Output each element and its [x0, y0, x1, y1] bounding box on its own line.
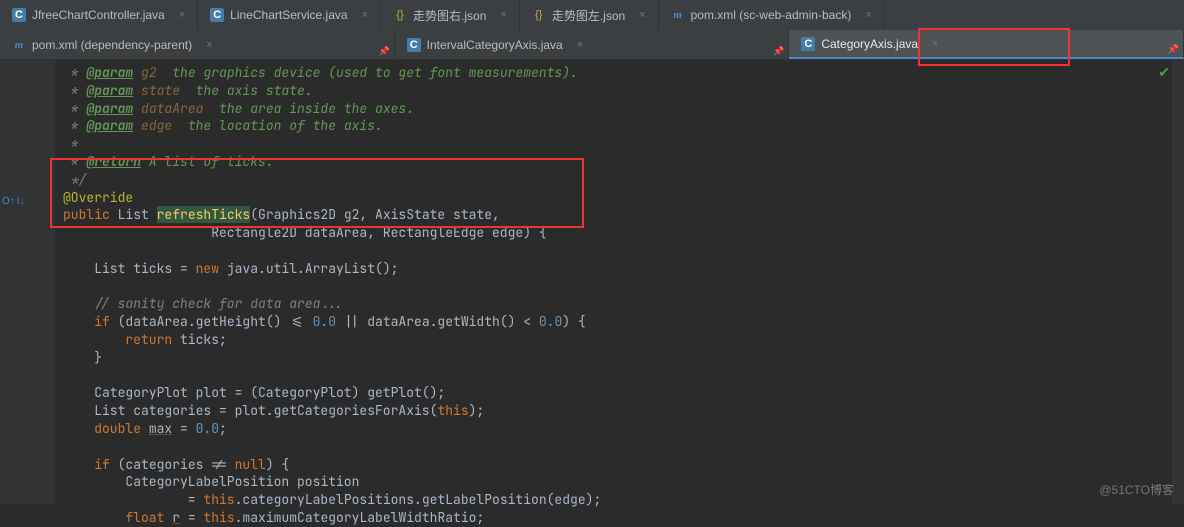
tab-intervalcategoryaxis[interactable]: C IntervalCategoryAxis.java × 📌	[395, 30, 790, 59]
code-editor[interactable]: O↑ I↓ * @param g2 the graphics device (u…	[0, 60, 1184, 504]
tab-pom-admin[interactable]: m pom.xml (sc-web-admin-back) ×	[659, 0, 885, 30]
close-icon[interactable]: ×	[865, 9, 871, 21]
editor-tabs-row-1: C JfreeChartController.java × C LineChar…	[0, 0, 1184, 30]
json-file-icon: {}	[532, 8, 546, 22]
tab-label: JfreeChartController.java	[32, 8, 165, 22]
highlight-box-tab	[918, 28, 1070, 66]
tab-label: LineChartService.java	[230, 8, 347, 22]
tab-label: IntervalCategoryAxis.java	[427, 38, 563, 52]
override-up-icon[interactable]: O↑	[2, 196, 15, 207]
close-icon[interactable]: ×	[362, 9, 368, 21]
tab-label: 走势图右.json	[413, 7, 486, 24]
close-icon[interactable]: ×	[639, 9, 645, 21]
pin-icon: 📌	[378, 46, 389, 57]
tab-jfreechartcontroller[interactable]: C JfreeChartController.java ×	[0, 0, 198, 30]
pin-icon: 📌	[773, 46, 784, 57]
highlight-box-method	[50, 158, 584, 228]
maven-icon: m	[671, 8, 685, 22]
java-class-icon: C	[407, 38, 421, 52]
pin-icon: 📌	[1168, 44, 1179, 55]
json-file-icon: {}	[393, 8, 407, 22]
close-icon[interactable]: ×	[500, 9, 506, 21]
tab-label: CategoryAxis.java	[821, 37, 918, 51]
java-class-icon: C	[12, 8, 26, 22]
tab-pom-dependency[interactable]: m pom.xml (dependency-parent) × 📌	[0, 30, 395, 59]
scrollbar-vertical[interactable]	[1172, 60, 1184, 504]
gutter: O↑ I↓	[0, 60, 55, 504]
tab-json-left[interactable]: {} 走势图左.json ×	[520, 0, 659, 30]
maven-icon: m	[12, 38, 26, 52]
inspection-ok-icon[interactable]: ✔	[1158, 64, 1170, 81]
close-icon[interactable]: ×	[577, 39, 583, 51]
tab-label: 走势图左.json	[552, 7, 625, 24]
code-content[interactable]: * @param g2 the graphics device (used to…	[55, 60, 1184, 504]
tab-label: pom.xml (sc-web-admin-back)	[691, 8, 852, 22]
close-icon[interactable]: ×	[206, 39, 212, 51]
implement-down-icon[interactable]: I↓	[17, 196, 25, 207]
watermark: @51CTO博客	[1099, 481, 1174, 498]
java-class-icon: C	[801, 37, 815, 51]
tab-label: pom.xml (dependency-parent)	[32, 38, 192, 52]
java-class-icon: C	[210, 8, 224, 22]
tab-json-right[interactable]: {} 走势图右.json ×	[381, 0, 520, 30]
gutter-override-markers[interactable]: O↑ I↓	[2, 196, 25, 207]
close-icon[interactable]: ×	[179, 9, 185, 21]
tab-linechartservice[interactable]: C LineChartService.java ×	[198, 0, 381, 30]
